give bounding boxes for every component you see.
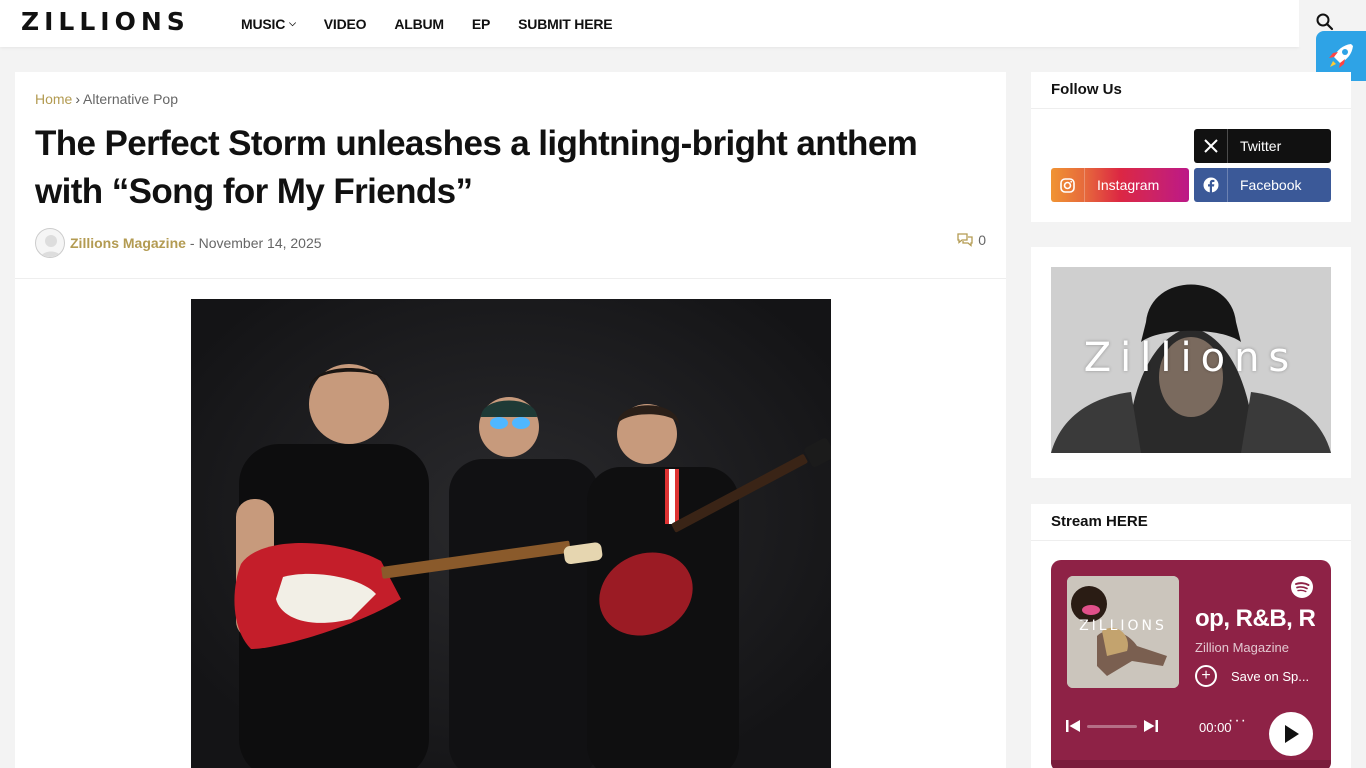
avatar[interactable] [35,228,65,258]
more-options-button[interactable]: ··· [1228,712,1247,730]
twitter-label: Twitter [1240,138,1282,154]
x-icon [1194,129,1228,163]
banner-widget: Zillions [1031,247,1351,478]
nav-item-album[interactable]: ALBUM [394,16,444,32]
nav-item-submit[interactable]: SUBMIT HERE [518,16,612,32]
comment-count: 0 [978,232,986,248]
post-date: November 14, 2025 [198,235,322,251]
article-title: The Perfect Storm unleashes a lightning-… [35,124,918,211]
chevron-down-icon: ⌵ [289,18,296,28]
play-button[interactable] [1269,712,1313,756]
banner-text: Zillions [1083,335,1299,381]
breadcrumb: Home › Alternative Pop [35,91,178,107]
article-card: Home › Alternative Pop The Perfect Storm u… [15,72,1006,768]
facebook-label: Facebook [1240,177,1302,193]
track-time: 00:00 [1199,720,1232,735]
breadcrumb-category[interactable]: Alternative Pop [83,91,178,107]
zillions-banner[interactable]: Zillions [1051,267,1331,453]
spotify-icon[interactable] [1291,576,1313,598]
album-cover[interactable]: ZILLIONS [1067,576,1179,688]
meta-dash: - [189,235,195,251]
save-label: Save on Sp... [1231,668,1310,684]
instagram-icon [1051,168,1085,202]
article-meta: Zillions Magazine - November 14, 2025 [35,228,322,258]
nav-item-label: MUSIC [241,15,286,32]
main-nav: MUSIC ⌵ VIDEO ALBUM EP SUBMIT HERE [241,0,640,47]
widget-title: Stream HERE [1031,504,1351,541]
user-icon [40,235,62,257]
cover-text: ZILLIONS [1079,618,1167,634]
featured-image [191,299,831,768]
nav-item-video[interactable]: VIDEO [324,16,367,32]
progress-bar[interactable] [1087,724,1137,728]
nav-item-music[interactable]: MUSIC ⌵ [241,16,296,32]
play-icon [1285,725,1299,743]
previous-icon[interactable] [1065,718,1081,734]
instagram-label: Instagram [1097,177,1160,193]
facebook-button[interactable]: Facebook [1194,168,1331,202]
spotify-embed: ZILLIONS op, R&B, Ro Zillion Magazine + … [1051,560,1331,768]
band-photo [191,299,831,768]
facebook-icon [1194,168,1228,202]
track-artist[interactable]: Zillion Magazine [1195,640,1289,655]
rocket-icon [1329,44,1353,68]
playback-controls [1065,718,1159,734]
author-link[interactable]: Zillions Magazine [70,235,186,251]
search-icon [1316,13,1334,31]
follow-us-widget: Follow Us Twitter Instagram Facebook [1031,72,1351,222]
track-title[interactable]: op, R&B, Ro [1195,605,1315,633]
embed-footer [1051,760,1331,768]
breadcrumb-home[interactable]: Home [35,91,72,107]
comments-link[interactable]: 0 [956,232,986,248]
widget-title: Follow Us [1031,72,1351,109]
breadcrumb-separator: › [75,91,81,107]
plus-icon: + [1195,665,1217,687]
instagram-button[interactable]: Instagram [1051,168,1189,202]
site-header: ZILLIONS MUSIC ⌵ VIDEO ALBUM EP SUBMIT H… [0,0,1299,47]
comments-icon [957,233,973,247]
nav-item-ep[interactable]: EP [472,16,490,32]
twitter-button[interactable]: Twitter [1194,129,1331,163]
next-icon[interactable] [1143,718,1159,734]
save-on-spotify-button[interactable]: + Save on Sp... [1195,664,1323,688]
site-logo[interactable]: ZILLIONS [21,7,190,36]
stream-widget: Stream HERE ZILLIONS op, R&B, Ro Zillion… [1031,504,1351,768]
divider [15,278,1006,279]
